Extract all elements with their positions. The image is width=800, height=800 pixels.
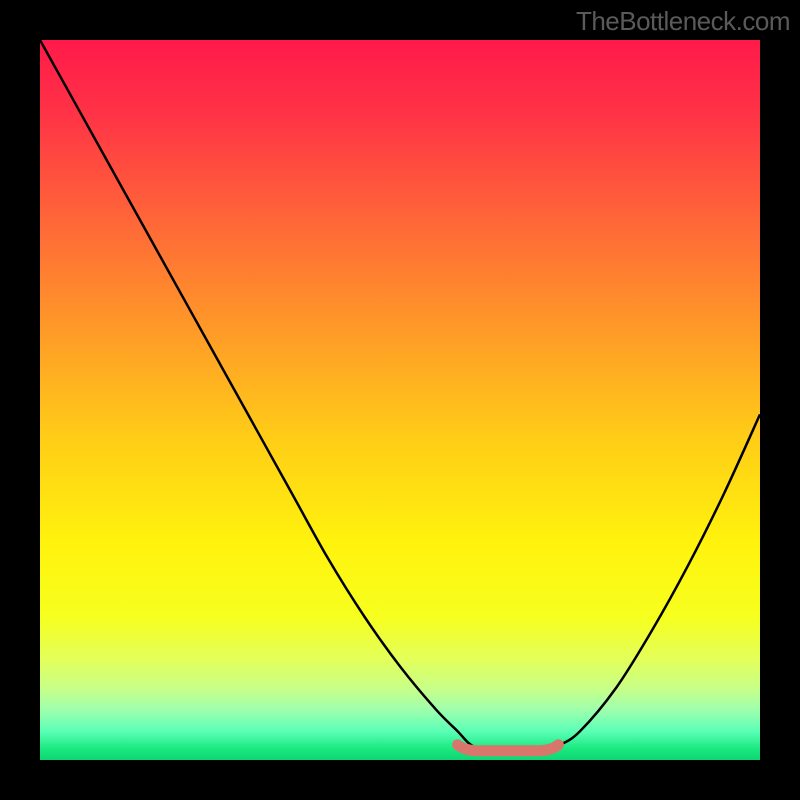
optimal-range-marker bbox=[458, 745, 559, 751]
chart-curve-layer bbox=[40, 40, 760, 760]
chart-plot-area bbox=[40, 40, 760, 760]
bottleneck-curve bbox=[40, 40, 760, 753]
watermark-text: TheBottleneck.com bbox=[576, 6, 790, 37]
